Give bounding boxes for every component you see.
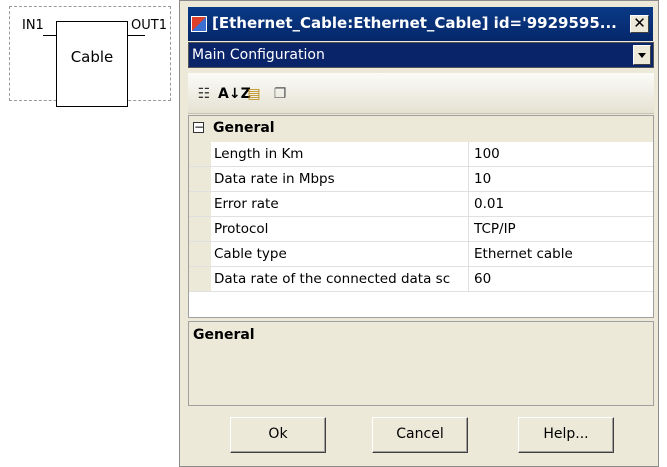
description-panel: General (188, 321, 654, 406)
column-divider (468, 142, 469, 166)
row-gutter (189, 242, 211, 266)
property-value[interactable]: 100 (474, 146, 500, 162)
configuration-dropdown[interactable]: Main Configuration (188, 42, 654, 68)
property-value[interactable]: Ethernet cable (474, 246, 573, 262)
title-bar[interactable]: [Ethernet_Cable:Ethernet_Cable] id='9929… (188, 7, 653, 41)
property-toolbar: ☷ A↓Z ▤ ❐ (188, 73, 654, 114)
column-divider (468, 242, 469, 266)
cancel-button[interactable]: Cancel (372, 417, 468, 453)
port-out-line (127, 35, 145, 36)
row-gutter (189, 192, 211, 216)
description-title: General (193, 327, 255, 343)
property-name: Cable type (214, 246, 287, 262)
property-value[interactable]: 10 (474, 171, 491, 187)
close-button[interactable]: ✕ (630, 15, 649, 33)
property-row[interactable]: Cable type Ethernet cable (189, 242, 653, 267)
port-in-label: IN1 (22, 18, 44, 33)
property-row[interactable]: Error rate 0.01 (189, 192, 653, 217)
property-name: Protocol (214, 221, 269, 237)
property-row[interactable]: Protocol TCP/IP (189, 217, 653, 242)
category-label: General (213, 120, 275, 136)
categorized-icon[interactable]: ☷ (194, 84, 214, 104)
property-value[interactable]: 60 (474, 271, 491, 287)
property-grid: − General Length in Km 100 Data rate in Mb… (188, 115, 654, 318)
help-button[interactable]: Help... (518, 417, 614, 453)
row-gutter (189, 267, 211, 291)
property-rows: Length in Km 100 Data rate in Mbps 10 Error … (189, 142, 653, 292)
column-divider (468, 192, 469, 216)
ok-button[interactable]: Ok (230, 417, 326, 453)
alphabetical-sort-icon[interactable]: A↓Z (218, 84, 251, 104)
row-gutter (189, 142, 211, 166)
properties-dialog: [Ethernet_Cable:Ethernet_Cable] id='9929… (179, 0, 659, 467)
property-row[interactable]: Length in Km 100 (189, 142, 653, 167)
pages-icon[interactable]: ❐ (270, 84, 290, 104)
row-gutter (189, 167, 211, 191)
app-icon (191, 16, 207, 32)
collapse-icon[interactable]: − (193, 121, 204, 133)
column-divider (468, 267, 469, 291)
configuration-dropdown-value: Main Configuration (192, 47, 325, 63)
port-out-label: OUT1 (131, 18, 167, 33)
column-divider (468, 217, 469, 241)
property-pages-icon[interactable]: ▤ (244, 84, 264, 104)
property-value[interactable]: TCP/IP (474, 221, 516, 237)
dialog-title: [Ethernet_Cable:Ethernet_Cable] id='9929… (212, 14, 617, 32)
property-row[interactable]: Data rate in Mbps 10 (189, 167, 653, 192)
property-name: Length in Km (214, 146, 304, 162)
property-value[interactable]: 0.01 (474, 196, 504, 212)
property-name: Data rate of the connected data sc (214, 271, 451, 287)
column-divider (468, 167, 469, 191)
port-in-line (43, 35, 57, 36)
row-gutter (189, 217, 211, 241)
cable-block[interactable]: Cable (56, 21, 128, 107)
category-row-general[interactable]: − General (189, 116, 653, 142)
block-diagram-frame: IN1 OUT1 Cable (9, 6, 171, 107)
chevron-down-icon[interactable] (633, 45, 651, 65)
property-row[interactable]: Data rate of the connected data sc 60 (189, 267, 653, 292)
cable-block-label: Cable (70, 48, 114, 66)
property-name: Error rate (214, 196, 279, 212)
property-name: Data rate in Mbps (214, 171, 335, 187)
